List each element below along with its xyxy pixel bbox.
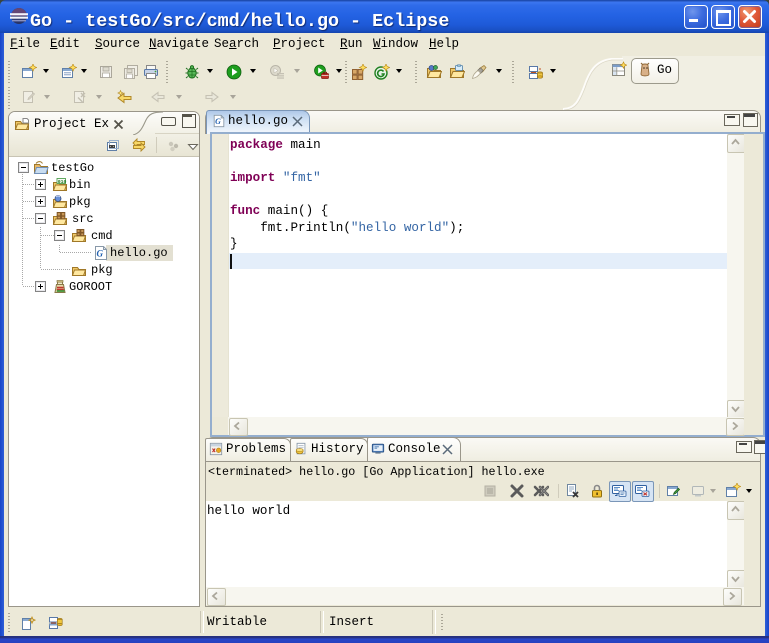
svg-text:G: G — [97, 248, 104, 258]
svg-text:G: G — [215, 117, 221, 126]
svg-text:010: 010 — [58, 178, 67, 184]
